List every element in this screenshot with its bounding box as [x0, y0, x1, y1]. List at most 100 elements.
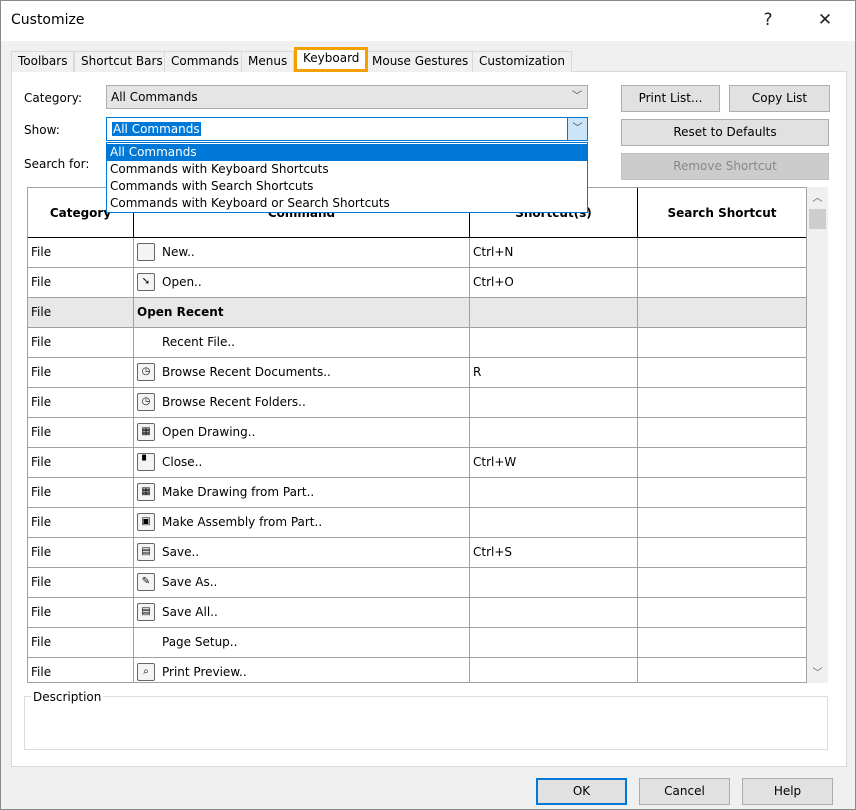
table-row[interactable]: File ◷ Browse Recent Folders..	[28, 388, 806, 418]
cell-category: File	[28, 568, 134, 597]
command-label: Recent File..	[162, 335, 235, 349]
cell-shortcut[interactable]: Ctrl+S	[470, 538, 638, 567]
make-assembly-icon: ▣	[137, 513, 155, 531]
table-row[interactable]: File ▦ Open Drawing..	[28, 418, 806, 448]
tab-keyboard[interactable]: Keyboard	[294, 47, 369, 72]
cell-search-shortcut[interactable]	[638, 478, 806, 507]
cell-command: ▦ Make Drawing from Part..	[134, 478, 470, 507]
cell-category: File	[28, 388, 134, 417]
tab-shortcut-bars[interactable]: Shortcut Bars	[74, 51, 170, 72]
save-all-icon: ▤	[137, 603, 155, 621]
cell-command: ▤ Save..	[134, 538, 470, 567]
cell-search-shortcut[interactable]	[638, 568, 806, 597]
cell-shortcut[interactable]	[470, 568, 638, 597]
cell-shortcut[interactable]	[470, 598, 638, 627]
table-row[interactable]: File Open Recent	[28, 298, 806, 328]
table-row[interactable]: File Recent File..	[28, 328, 806, 358]
cell-category: File	[28, 238, 134, 267]
save-as-icon: ✎	[137, 573, 155, 591]
remove-shortcut-button: Remove Shortcut	[621, 153, 829, 180]
cell-search-shortcut[interactable]	[638, 238, 806, 267]
ok-button[interactable]: OK	[536, 778, 627, 805]
reset-to-defaults-button[interactable]: Reset to Defaults	[621, 119, 829, 146]
table-row[interactable]: File ▦ Make Drawing from Part..	[28, 478, 806, 508]
cancel-button[interactable]: Cancel	[639, 778, 730, 805]
save-icon: ▤	[137, 543, 155, 561]
cell-search-shortcut[interactable]	[638, 328, 806, 357]
command-label: Make Drawing from Part..	[162, 485, 315, 499]
show-option-keyboard-or-search[interactable]: Commands with Keyboard or Search Shortcu…	[107, 195, 587, 212]
recent-folders-icon: ◷	[137, 393, 155, 411]
chevron-down-icon[interactable]: ﹀	[567, 118, 587, 140]
close-icon[interactable]: ✕	[810, 7, 840, 33]
cell-shortcut[interactable]	[470, 418, 638, 447]
scroll-down-icon[interactable]: ﹀	[807, 664, 828, 681]
table-row[interactable]: File ➘ Open.. Ctrl+O	[28, 268, 806, 298]
chevron-down-icon[interactable]: ﹀	[567, 86, 587, 108]
cell-shortcut[interactable]	[470, 508, 638, 537]
cell-shortcut[interactable]	[470, 628, 638, 657]
dialog-title: Customize	[11, 12, 85, 28]
command-label: Browse Recent Folders..	[162, 395, 306, 409]
cell-shortcut[interactable]	[470, 388, 638, 417]
cell-shortcut[interactable]: Ctrl+W	[470, 448, 638, 477]
cell-shortcut[interactable]	[470, 658, 638, 682]
cell-search-shortcut[interactable]	[638, 538, 806, 567]
table-row[interactable]: File Page Setup..	[28, 628, 806, 658]
cell-shortcut[interactable]	[470, 328, 638, 357]
table-row[interactable]: File New.. Ctrl+N	[28, 238, 806, 268]
table-row[interactable]: File ⌕ Print Preview..	[28, 658, 806, 682]
cell-shortcut[interactable]: Ctrl+N	[470, 238, 638, 267]
header-search-shortcut[interactable]: Search Shortcut	[638, 188, 806, 238]
cell-category: File	[28, 418, 134, 447]
category-select[interactable]: All Commands ﹀	[106, 85, 588, 109]
copy-list-button[interactable]: Copy List	[729, 85, 830, 112]
cell-shortcut[interactable]	[470, 298, 638, 327]
table-scrollbar[interactable]: ︿ ﹀	[807, 187, 828, 683]
cell-search-shortcut[interactable]	[638, 418, 806, 447]
cell-search-shortcut[interactable]	[638, 658, 806, 682]
command-label: Open Drawing..	[162, 425, 256, 439]
tab-commands[interactable]: Commands	[164, 51, 246, 72]
description-box	[24, 696, 828, 750]
cell-command: Page Setup..	[134, 628, 470, 657]
cell-search-shortcut[interactable]	[638, 598, 806, 627]
cell-shortcut[interactable]: Ctrl+O	[470, 268, 638, 297]
table-row[interactable]: File ▘ Close.. Ctrl+W	[28, 448, 806, 478]
table-row[interactable]: File ✎ Save As..	[28, 568, 806, 598]
show-select[interactable]: All Commands ﹀	[106, 117, 588, 141]
cell-command: ◷ Browse Recent Folders..	[134, 388, 470, 417]
category-label: Category:	[24, 91, 82, 105]
cell-search-shortcut[interactable]	[638, 268, 806, 297]
command-label: Save As..	[162, 575, 218, 589]
cell-search-shortcut[interactable]	[638, 298, 806, 327]
show-option-all-commands[interactable]: All Commands	[107, 144, 587, 161]
tab-customization[interactable]: Customization	[472, 51, 572, 72]
tab-toolbars[interactable]: Toolbars	[11, 51, 75, 72]
help-icon[interactable]: ?	[753, 7, 783, 33]
table-row[interactable]: File ▤ Save All..	[28, 598, 806, 628]
cell-search-shortcut[interactable]	[638, 448, 806, 477]
command-label: Close..	[162, 455, 203, 469]
cell-search-shortcut[interactable]	[638, 388, 806, 417]
print-list-button[interactable]: Print List...	[621, 85, 720, 112]
tab-menus[interactable]: Menus	[241, 51, 295, 72]
help-button[interactable]: Help	[742, 778, 833, 805]
table-row[interactable]: File ▣ Make Assembly from Part..	[28, 508, 806, 538]
cell-category: File	[28, 298, 134, 327]
cell-search-shortcut[interactable]	[638, 628, 806, 657]
table-row[interactable]: File ◷ Browse Recent Documents.. R	[28, 358, 806, 388]
scroll-up-icon[interactable]: ︿	[807, 189, 828, 206]
cell-shortcut[interactable]: R	[470, 358, 638, 387]
shortcuts-table: Category Command Shortcut(s) Search Shor…	[27, 187, 807, 683]
show-option-keyboard-shortcuts[interactable]: Commands with Keyboard Shortcuts	[107, 161, 587, 178]
table-row[interactable]: File ▤ Save.. Ctrl+S	[28, 538, 806, 568]
scroll-thumb[interactable]	[809, 209, 826, 229]
tab-mouse-gestures[interactable]: Mouse Gestures	[365, 51, 476, 72]
cell-search-shortcut[interactable]	[638, 358, 806, 387]
cell-category: File	[28, 328, 134, 357]
cell-search-shortcut[interactable]	[638, 508, 806, 537]
cell-command: ▣ Make Assembly from Part..	[134, 508, 470, 537]
cell-shortcut[interactable]	[470, 478, 638, 507]
show-option-search-shortcuts[interactable]: Commands with Search Shortcuts	[107, 178, 587, 195]
